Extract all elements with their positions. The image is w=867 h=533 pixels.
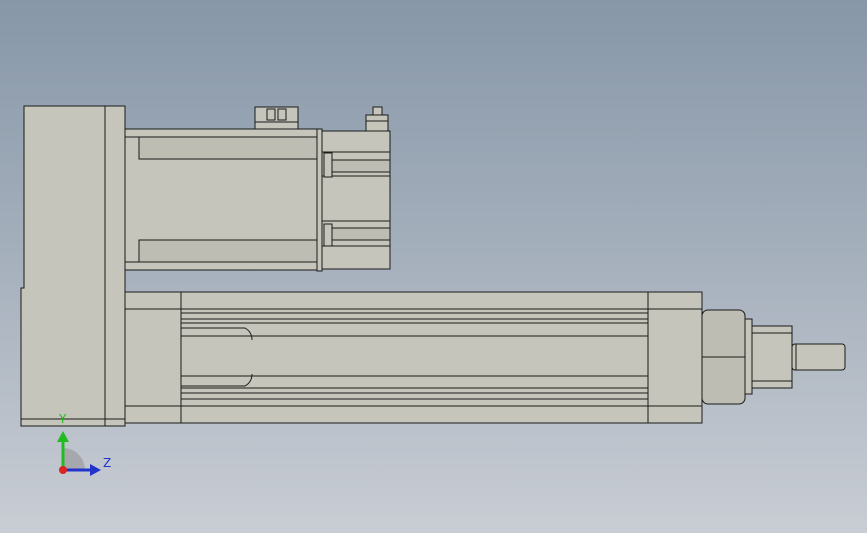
motor-rear-cover [321,130,391,270]
actuator-profile-body [180,291,649,424]
y-axis-label: Y [59,412,67,426]
actuator-front-cap [647,291,703,424]
triad-origin [59,466,67,474]
encoder-terminal [365,106,389,132]
cad-viewport[interactable]: Y Z [0,0,867,533]
rod-step [744,318,793,395]
motor-flange [316,128,323,272]
motor-body [124,128,318,271]
output-rod [791,343,846,371]
gearbox-housing [20,105,126,427]
z-axis-arrowhead [90,464,101,476]
motor-connector [254,106,299,130]
actuator-model[interactable] [0,0,867,533]
actuator-rear-cap [124,291,182,424]
axis-triad [57,431,101,476]
z-axis-label: Z [103,456,112,470]
triad-fan [63,448,85,470]
y-axis-arrowhead [57,431,69,442]
front-bearing-boss [701,309,746,405]
